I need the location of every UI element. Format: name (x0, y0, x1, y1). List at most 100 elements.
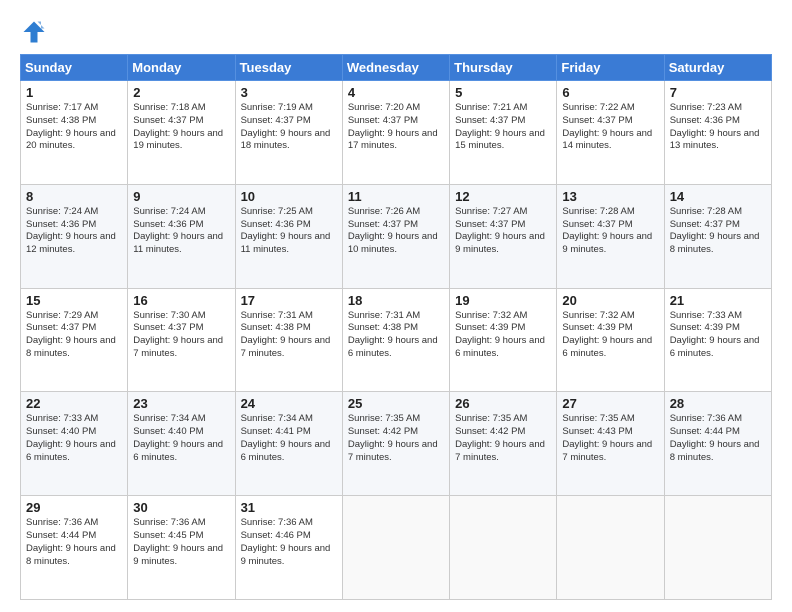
cell-info: Sunrise: 7:26 AMSunset: 4:37 PMDaylight:… (348, 206, 438, 255)
cell-info: Sunrise: 7:36 AMSunset: 4:44 PMDaylight:… (670, 413, 760, 462)
cell-info: Sunrise: 7:18 AMSunset: 4:37 PMDaylight:… (133, 102, 223, 151)
cell-info: Sunrise: 7:32 AMSunset: 4:39 PMDaylight:… (562, 310, 652, 359)
calendar-cell: 6 Sunrise: 7:22 AMSunset: 4:37 PMDayligh… (557, 81, 664, 185)
cell-info: Sunrise: 7:23 AMSunset: 4:36 PMDaylight:… (670, 102, 760, 151)
day-number: 28 (670, 396, 766, 411)
calendar-cell: 30 Sunrise: 7:36 AMSunset: 4:45 PMDaylig… (128, 496, 235, 600)
cell-info: Sunrise: 7:36 AMSunset: 4:44 PMDaylight:… (26, 517, 116, 566)
calendar-cell: 7 Sunrise: 7:23 AMSunset: 4:36 PMDayligh… (664, 81, 771, 185)
calendar-header-row: SundayMondayTuesdayWednesdayThursdayFrid… (21, 55, 772, 81)
calendar-cell: 12 Sunrise: 7:27 AMSunset: 4:37 PMDaylig… (450, 184, 557, 288)
cell-info: Sunrise: 7:35 AMSunset: 4:42 PMDaylight:… (348, 413, 438, 462)
cell-info: Sunrise: 7:30 AMSunset: 4:37 PMDaylight:… (133, 310, 223, 359)
calendar-cell: 3 Sunrise: 7:19 AMSunset: 4:37 PMDayligh… (235, 81, 342, 185)
calendar-day-header: Saturday (664, 55, 771, 81)
calendar-cell: 5 Sunrise: 7:21 AMSunset: 4:37 PMDayligh… (450, 81, 557, 185)
calendar-day-header: Thursday (450, 55, 557, 81)
cell-info: Sunrise: 7:31 AMSunset: 4:38 PMDaylight:… (241, 310, 331, 359)
day-number: 8 (26, 189, 122, 204)
calendar-cell: 26 Sunrise: 7:35 AMSunset: 4:42 PMDaylig… (450, 392, 557, 496)
day-number: 21 (670, 293, 766, 308)
cell-info: Sunrise: 7:28 AMSunset: 4:37 PMDaylight:… (670, 206, 760, 255)
calendar-cell: 27 Sunrise: 7:35 AMSunset: 4:43 PMDaylig… (557, 392, 664, 496)
day-number: 22 (26, 396, 122, 411)
cell-info: Sunrise: 7:24 AMSunset: 4:36 PMDaylight:… (26, 206, 116, 255)
day-number: 1 (26, 85, 122, 100)
day-number: 30 (133, 500, 229, 515)
day-number: 27 (562, 396, 658, 411)
cell-info: Sunrise: 7:25 AMSunset: 4:36 PMDaylight:… (241, 206, 331, 255)
cell-info: Sunrise: 7:28 AMSunset: 4:37 PMDaylight:… (562, 206, 652, 255)
calendar-cell: 8 Sunrise: 7:24 AMSunset: 4:36 PMDayligh… (21, 184, 128, 288)
calendar-week-row: 15 Sunrise: 7:29 AMSunset: 4:37 PMDaylig… (21, 288, 772, 392)
calendar-cell: 22 Sunrise: 7:33 AMSunset: 4:40 PMDaylig… (21, 392, 128, 496)
calendar-cell: 11 Sunrise: 7:26 AMSunset: 4:37 PMDaylig… (342, 184, 449, 288)
cell-info: Sunrise: 7:35 AMSunset: 4:42 PMDaylight:… (455, 413, 545, 462)
calendar-cell: 2 Sunrise: 7:18 AMSunset: 4:37 PMDayligh… (128, 81, 235, 185)
cell-info: Sunrise: 7:27 AMSunset: 4:37 PMDaylight:… (455, 206, 545, 255)
day-number: 11 (348, 189, 444, 204)
cell-info: Sunrise: 7:34 AMSunset: 4:41 PMDaylight:… (241, 413, 331, 462)
day-number: 31 (241, 500, 337, 515)
cell-info: Sunrise: 7:22 AMSunset: 4:37 PMDaylight:… (562, 102, 652, 151)
day-number: 23 (133, 396, 229, 411)
cell-info: Sunrise: 7:35 AMSunset: 4:43 PMDaylight:… (562, 413, 652, 462)
calendar-cell: 14 Sunrise: 7:28 AMSunset: 4:37 PMDaylig… (664, 184, 771, 288)
calendar-day-header: Tuesday (235, 55, 342, 81)
cell-info: Sunrise: 7:20 AMSunset: 4:37 PMDaylight:… (348, 102, 438, 151)
cell-info: Sunrise: 7:36 AMSunset: 4:45 PMDaylight:… (133, 517, 223, 566)
page: SundayMondayTuesdayWednesdayThursdayFrid… (0, 0, 792, 612)
cell-info: Sunrise: 7:24 AMSunset: 4:36 PMDaylight:… (133, 206, 223, 255)
calendar-cell: 13 Sunrise: 7:28 AMSunset: 4:37 PMDaylig… (557, 184, 664, 288)
day-number: 6 (562, 85, 658, 100)
calendar-cell: 15 Sunrise: 7:29 AMSunset: 4:37 PMDaylig… (21, 288, 128, 392)
cell-info: Sunrise: 7:32 AMSunset: 4:39 PMDaylight:… (455, 310, 545, 359)
day-number: 3 (241, 85, 337, 100)
day-number: 13 (562, 189, 658, 204)
cell-info: Sunrise: 7:19 AMSunset: 4:37 PMDaylight:… (241, 102, 331, 151)
cell-info: Sunrise: 7:33 AMSunset: 4:40 PMDaylight:… (26, 413, 116, 462)
calendar-cell: 23 Sunrise: 7:34 AMSunset: 4:40 PMDaylig… (128, 392, 235, 496)
cell-info: Sunrise: 7:21 AMSunset: 4:37 PMDaylight:… (455, 102, 545, 151)
day-number: 7 (670, 85, 766, 100)
header (20, 18, 772, 46)
calendar-cell: 31 Sunrise: 7:36 AMSunset: 4:46 PMDaylig… (235, 496, 342, 600)
calendar-cell (342, 496, 449, 600)
day-number: 29 (26, 500, 122, 515)
calendar-week-row: 22 Sunrise: 7:33 AMSunset: 4:40 PMDaylig… (21, 392, 772, 496)
day-number: 20 (562, 293, 658, 308)
calendar-cell: 20 Sunrise: 7:32 AMSunset: 4:39 PMDaylig… (557, 288, 664, 392)
day-number: 19 (455, 293, 551, 308)
day-number: 2 (133, 85, 229, 100)
day-number: 5 (455, 85, 551, 100)
calendar-cell: 24 Sunrise: 7:34 AMSunset: 4:41 PMDaylig… (235, 392, 342, 496)
calendar-cell: 21 Sunrise: 7:33 AMSunset: 4:39 PMDaylig… (664, 288, 771, 392)
logo-icon (20, 18, 48, 46)
logo (20, 18, 52, 46)
calendar-day-header: Monday (128, 55, 235, 81)
calendar-week-row: 8 Sunrise: 7:24 AMSunset: 4:36 PMDayligh… (21, 184, 772, 288)
cell-info: Sunrise: 7:31 AMSunset: 4:38 PMDaylight:… (348, 310, 438, 359)
cell-info: Sunrise: 7:29 AMSunset: 4:37 PMDaylight:… (26, 310, 116, 359)
day-number: 26 (455, 396, 551, 411)
day-number: 24 (241, 396, 337, 411)
day-number: 17 (241, 293, 337, 308)
calendar-cell: 4 Sunrise: 7:20 AMSunset: 4:37 PMDayligh… (342, 81, 449, 185)
cell-info: Sunrise: 7:34 AMSunset: 4:40 PMDaylight:… (133, 413, 223, 462)
day-number: 16 (133, 293, 229, 308)
calendar-cell: 1 Sunrise: 7:17 AMSunset: 4:38 PMDayligh… (21, 81, 128, 185)
day-number: 14 (670, 189, 766, 204)
calendar-cell: 16 Sunrise: 7:30 AMSunset: 4:37 PMDaylig… (128, 288, 235, 392)
calendar-table: SundayMondayTuesdayWednesdayThursdayFrid… (20, 54, 772, 600)
cell-info: Sunrise: 7:36 AMSunset: 4:46 PMDaylight:… (241, 517, 331, 566)
calendar-cell: 9 Sunrise: 7:24 AMSunset: 4:36 PMDayligh… (128, 184, 235, 288)
calendar-day-header: Friday (557, 55, 664, 81)
day-number: 9 (133, 189, 229, 204)
calendar-day-header: Sunday (21, 55, 128, 81)
day-number: 4 (348, 85, 444, 100)
calendar-cell: 19 Sunrise: 7:32 AMSunset: 4:39 PMDaylig… (450, 288, 557, 392)
calendar-cell (664, 496, 771, 600)
calendar-day-header: Wednesday (342, 55, 449, 81)
calendar-cell: 17 Sunrise: 7:31 AMSunset: 4:38 PMDaylig… (235, 288, 342, 392)
calendar-cell: 28 Sunrise: 7:36 AMSunset: 4:44 PMDaylig… (664, 392, 771, 496)
